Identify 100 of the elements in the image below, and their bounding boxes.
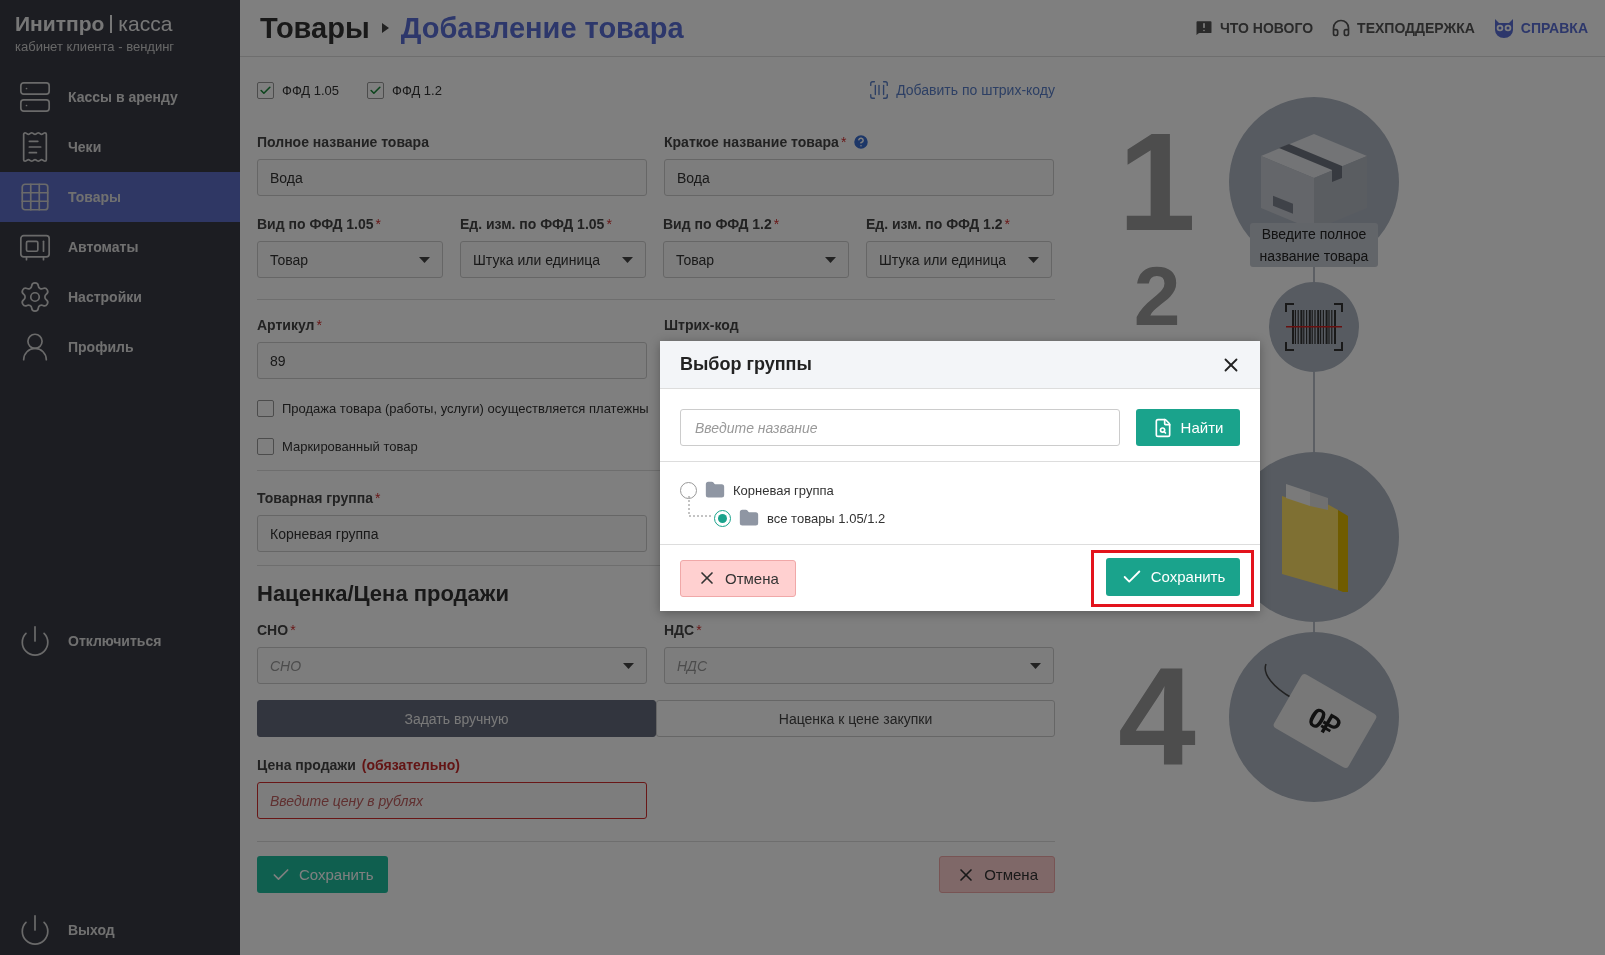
field-label: Краткое название товара xyxy=(664,134,839,150)
required-mark: * xyxy=(773,216,780,232)
dropdown-caret-icon xyxy=(623,662,634,669)
field-label: Ед. изм. по ФФД 1.2 xyxy=(866,216,1003,232)
sidebar-item[interactable]: Кассы в аренду xyxy=(0,72,240,122)
field-label: Вид по ФФД 1.2 xyxy=(663,216,772,232)
breadcrumb-section[interactable]: Товары xyxy=(260,11,370,45)
settings-icon xyxy=(18,280,52,314)
segment-tab[interactable]: Задать вручную xyxy=(257,700,656,737)
field-label: Ед. изм. по ФФД 1.05 xyxy=(460,216,605,232)
price-field[interactable]: Введите цену в рублях xyxy=(257,782,647,819)
dropdown-caret-icon xyxy=(1030,662,1041,669)
grid-icon xyxy=(18,180,52,214)
barcode-icon xyxy=(868,79,891,101)
owl-icon xyxy=(1492,18,1515,38)
power-icon xyxy=(18,624,52,658)
required-mark: * xyxy=(316,317,322,333)
sidebar-item-label: Товары xyxy=(68,189,121,205)
logout-label: Выход xyxy=(68,922,115,938)
required-mark: * xyxy=(374,490,381,506)
section-heading: Наценка/Цена продажи xyxy=(257,581,510,608)
headset-icon xyxy=(1331,18,1352,38)
sidebar-item[interactable]: Профиль xyxy=(0,322,240,372)
field-label: Цена продажи xyxy=(257,757,356,773)
step-hint: Введите полное название товара xyxy=(1250,223,1378,267)
sidebar-item[interactable]: Чеки xyxy=(0,122,240,172)
checkbox-label: ФФД 1.2 xyxy=(392,82,442,98)
tree-line xyxy=(688,496,714,520)
checkbox-label: ФФД 1.05 xyxy=(282,82,340,98)
logo-subtitle: кабинет клиента - вендинг xyxy=(15,39,176,54)
select-field[interactable]: Штука или единица xyxy=(460,241,646,278)
barcode-link[interactable]: Добавить по штрих-коду xyxy=(868,79,1055,101)
radio-button[interactable] xyxy=(680,481,697,499)
disconnect-item[interactable]: Отключиться xyxy=(0,616,240,666)
sidebar-item-label: Профиль xyxy=(68,339,134,355)
select-field[interactable]: Штука или единица xyxy=(866,241,1052,278)
message-alert-icon xyxy=(1193,18,1214,38)
sidebar-item[interactable]: Настройки xyxy=(0,272,240,322)
radio-button[interactable] xyxy=(714,509,731,527)
price-tag-text: 0₽ xyxy=(1301,700,1347,746)
logout-item[interactable]: Выход xyxy=(0,905,240,955)
field-label: Полное название товара xyxy=(257,134,429,150)
barcode-scan-drawing xyxy=(1284,302,1344,352)
save-button[interactable]: Сохранить xyxy=(257,856,388,893)
header-link[interactable]: ТЕХПОДДЕРЖКА xyxy=(1331,18,1475,38)
text-field[interactable]: Корневая группа xyxy=(257,515,647,552)
server-icon xyxy=(18,80,52,114)
dropdown-caret-icon xyxy=(1028,256,1039,263)
checkbox[interactable] xyxy=(257,437,274,455)
text-field[interactable]: 89 xyxy=(257,342,647,379)
tree-item-label[interactable]: все товары 1.05/1.2 xyxy=(767,510,886,526)
caret-right-icon xyxy=(381,23,389,33)
sidebar-item-label: Чеки xyxy=(68,139,102,155)
required-note: (обязательно) xyxy=(360,757,460,773)
header-link[interactable]: ЧТО НОВОГО xyxy=(1193,18,1314,38)
logo-brand: Инитпро xyxy=(15,12,105,36)
sidebar-item-label: Автоматы xyxy=(68,239,139,255)
required-mark: * xyxy=(840,134,847,150)
dropdown-caret-icon xyxy=(419,256,430,263)
required-mark: * xyxy=(1004,216,1011,232)
header-link[interactable]: СПРАВКА xyxy=(1492,18,1588,38)
sidebar-item-label: Настройки xyxy=(68,289,142,305)
disconnect-label: Отключиться xyxy=(68,633,162,649)
check-icon xyxy=(369,83,383,97)
checkbox[interactable] xyxy=(367,81,385,99)
page-title: Добавление товара xyxy=(400,11,684,45)
checkbox-label: Маркированный товар xyxy=(282,438,418,454)
cancel-button[interactable]: Отмена xyxy=(680,559,796,597)
power-icon xyxy=(18,913,52,947)
select-field[interactable]: Товар xyxy=(663,241,849,278)
required-mark: * xyxy=(606,216,612,232)
sidebar-item[interactable]: Автоматы xyxy=(0,222,240,272)
checkbox[interactable] xyxy=(257,399,274,417)
text-field[interactable]: Вода xyxy=(664,159,1054,196)
cancel-button[interactable]: Отмена xyxy=(939,856,1055,893)
check-icon xyxy=(259,83,272,97)
checkbox-label: Продажа товара (работы, услуги) осуществляется платежны xyxy=(282,400,649,416)
field-label: Вид по ФФД 1.05 xyxy=(257,216,374,232)
tree-item-label[interactable]: Корневая группа xyxy=(733,482,834,498)
find-button[interactable]: Найти xyxy=(1136,409,1240,446)
select-field[interactable]: Товар xyxy=(257,241,443,278)
required-mark: * xyxy=(290,622,296,638)
segment-tab[interactable]: Наценка к цене закупки xyxy=(656,700,1055,737)
text-field[interactable]: Вода xyxy=(257,159,647,196)
field-label: Штрих-код xyxy=(664,317,739,333)
search-field[interactable]: Введите название xyxy=(680,409,1120,446)
field-label: Артикул xyxy=(257,317,315,333)
sidebar-item[interactable]: Товары xyxy=(0,172,240,222)
help-icon[interactable] xyxy=(852,133,871,151)
checkbox[interactable] xyxy=(257,81,274,99)
folder-icon xyxy=(739,508,759,528)
required-mark: * xyxy=(375,216,381,232)
logo-product: касса xyxy=(118,12,173,36)
dropdown-caret-icon xyxy=(825,256,836,263)
dropdown-caret-icon xyxy=(622,256,633,263)
field-label: СНО xyxy=(257,622,289,638)
field-label: НДС xyxy=(664,622,695,638)
save-button[interactable]: Сохранить xyxy=(1106,557,1240,596)
folder-icon xyxy=(705,480,725,500)
required-mark: * xyxy=(696,622,702,638)
